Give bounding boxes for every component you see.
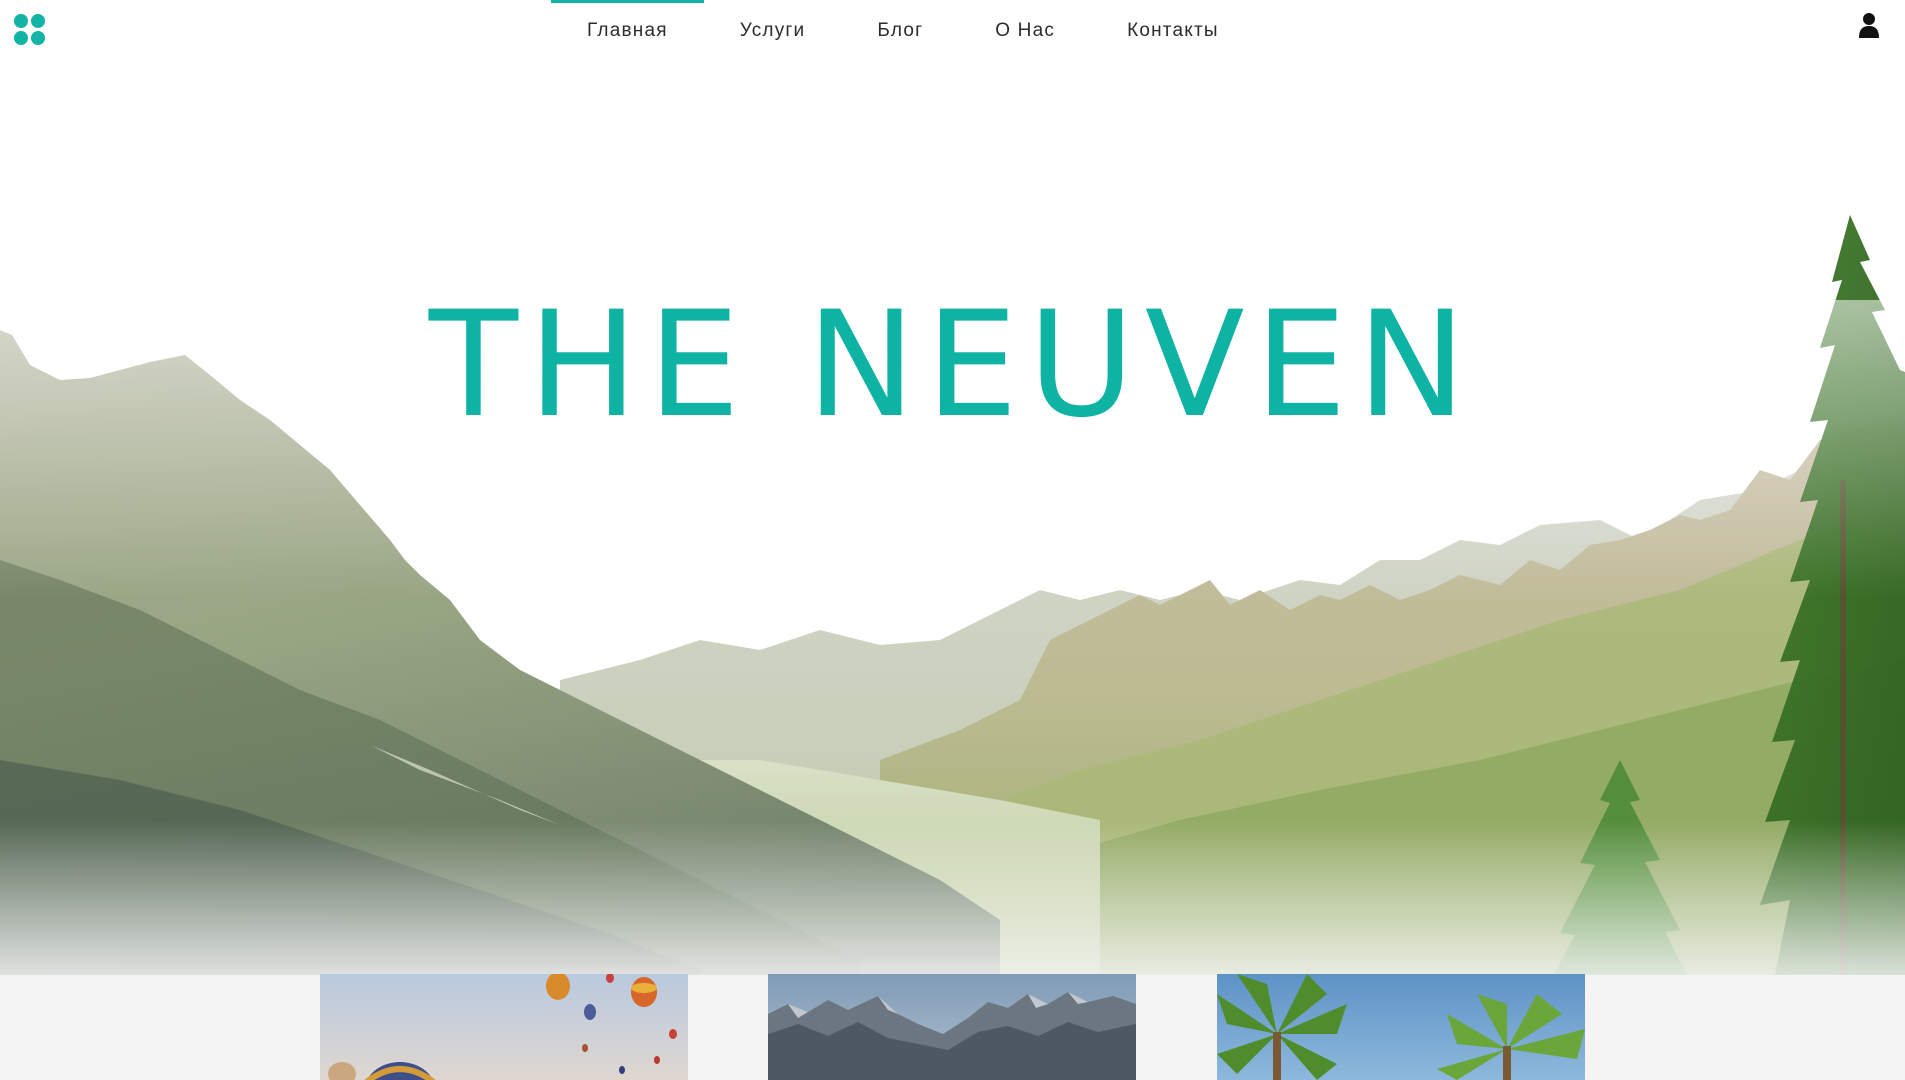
rocky-mountain-peaks-image [768, 974, 1136, 1080]
nav-item-blog[interactable]: Блог [841, 0, 959, 62]
mountain-valley-image [0, 0, 1905, 1000]
nav-item-label: Услуги [739, 20, 806, 41]
main-nav: Главная Услуги Блог О Нас Контакты [551, 0, 1255, 62]
four-dots-logo-icon[interactable] [14, 14, 46, 46]
nav-item-services[interactable]: Услуги [704, 0, 842, 62]
hero-section: THE NEUVEN [0, 0, 1905, 1000]
palm-trees-image [1217, 974, 1585, 1080]
card-hot-air-balloons[interactable] [320, 974, 688, 1080]
nav-item-label: О Нас [995, 20, 1056, 41]
card-palm-trees[interactable] [1217, 974, 1585, 1080]
hot-air-balloons-image [320, 974, 688, 1080]
hero-title: THE NEUVEN [428, 280, 1477, 450]
top-navbar: Главная Услуги Блог О Нас Контакты [0, 0, 1905, 62]
nav-item-label: Блог [877, 20, 924, 41]
nav-item-home[interactable]: Главная [551, 0, 704, 62]
card-mountain-peaks[interactable] [768, 974, 1136, 1080]
nav-item-label: Контакты [1127, 20, 1219, 41]
user-icon[interactable] [1858, 12, 1880, 38]
nav-item-label: Главная [587, 20, 668, 41]
nav-item-about[interactable]: О Нас [959, 0, 1091, 62]
nav-item-contacts[interactable]: Контакты [1091, 0, 1255, 62]
